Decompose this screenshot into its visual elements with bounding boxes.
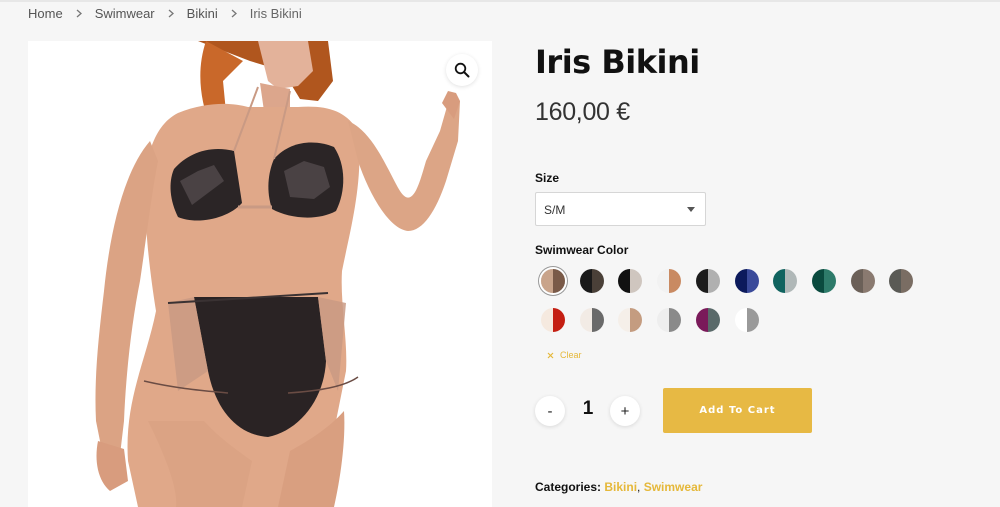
swatch-half bbox=[785, 269, 798, 293]
size-select[interactable]: S/M bbox=[535, 192, 706, 226]
swatch-half bbox=[591, 269, 604, 293]
swatch-half bbox=[541, 269, 553, 293]
swatch-half bbox=[862, 269, 875, 293]
color-swatch[interactable] bbox=[889, 269, 914, 293]
close-icon bbox=[547, 352, 554, 358]
size-selected-value: S/M bbox=[544, 203, 566, 217]
color-swatch[interactable] bbox=[734, 269, 759, 293]
quantity-input[interactable] bbox=[571, 398, 605, 420]
swatch-half bbox=[734, 269, 747, 293]
swatch-half bbox=[850, 269, 863, 293]
breadcrumb-home[interactable]: Home bbox=[28, 6, 63, 21]
product-categories: Categories: Bikini, Swimwear bbox=[535, 480, 703, 494]
category-link-swimwear[interactable]: Swimwear bbox=[644, 480, 703, 494]
product-gallery[interactable] bbox=[28, 41, 492, 507]
breadcrumb: Home Swimwear Bikini Iris Bikini bbox=[28, 6, 302, 21]
swatch-half bbox=[734, 308, 747, 332]
swatch-half bbox=[553, 308, 565, 332]
color-swatch[interactable] bbox=[579, 308, 604, 332]
color-swatch[interactable] bbox=[657, 308, 682, 332]
swatch-half bbox=[630, 269, 643, 293]
color-swatch[interactable] bbox=[541, 269, 565, 293]
color-swatch[interactable] bbox=[695, 269, 720, 293]
color-swatch[interactable] bbox=[695, 308, 720, 332]
swatch-half bbox=[707, 308, 720, 332]
search-icon bbox=[454, 62, 470, 78]
color-swatch[interactable] bbox=[618, 269, 643, 293]
swatch-half bbox=[618, 269, 631, 293]
swatch-half bbox=[579, 269, 592, 293]
color-swatch[interactable] bbox=[734, 308, 759, 332]
category-link-bikini[interactable]: Bikini bbox=[604, 480, 637, 494]
chevron-right-icon bbox=[231, 9, 237, 18]
clear-button[interactable]: Clear bbox=[547, 350, 582, 360]
product-price: 160,00 € bbox=[535, 98, 630, 126]
swatch-half bbox=[707, 269, 720, 293]
quantity-increase-button[interactable]: + bbox=[610, 396, 640, 426]
breadcrumb-current: Iris Bikini bbox=[249, 6, 302, 21]
color-swatch[interactable] bbox=[850, 269, 875, 293]
swatch-half bbox=[669, 269, 682, 293]
swatch-half bbox=[746, 308, 759, 332]
add-to-cart-button[interactable]: Add To Cart bbox=[663, 388, 812, 433]
product-image[interactable] bbox=[28, 41, 492, 507]
swatch-half bbox=[889, 269, 902, 293]
color-swatch[interactable] bbox=[811, 269, 836, 293]
swatch-half bbox=[553, 269, 565, 293]
zoom-button[interactable] bbox=[446, 54, 478, 86]
color-swatch[interactable] bbox=[579, 269, 604, 293]
caret-down-icon bbox=[687, 207, 695, 212]
swatch-half bbox=[669, 308, 682, 332]
swatch-half bbox=[695, 269, 708, 293]
swatch-half bbox=[901, 269, 914, 293]
color-swatch[interactable] bbox=[618, 308, 643, 332]
clear-label: Clear bbox=[560, 350, 582, 360]
swatch-half bbox=[823, 269, 836, 293]
quantity-decrease-button[interactable]: - bbox=[535, 396, 565, 426]
swatch-half bbox=[630, 308, 643, 332]
color-swatch[interactable] bbox=[773, 269, 798, 293]
swatch-half bbox=[657, 269, 670, 293]
color-swatch[interactable] bbox=[657, 269, 682, 293]
swatch-half bbox=[657, 308, 670, 332]
swatch-half bbox=[618, 308, 631, 332]
breadcrumb-swimwear[interactable]: Swimwear bbox=[95, 6, 155, 21]
swatch-half bbox=[773, 269, 786, 293]
size-label: Size bbox=[535, 171, 560, 185]
swatch-half bbox=[591, 308, 604, 332]
color-swatch[interactable] bbox=[541, 308, 565, 332]
swatch-half bbox=[811, 269, 824, 293]
chevron-right-icon bbox=[168, 9, 174, 18]
top-divider bbox=[0, 0, 1000, 2]
product-title: Iris Bikini bbox=[535, 43, 700, 81]
categories-label: Categories: bbox=[535, 480, 602, 494]
swatch-half bbox=[746, 269, 759, 293]
swimwear-color-label: Swimwear Color bbox=[535, 243, 629, 257]
swatch-half bbox=[695, 308, 708, 332]
chevron-right-icon bbox=[76, 9, 82, 18]
swatch-half bbox=[541, 308, 553, 332]
breadcrumb-bikini[interactable]: Bikini bbox=[187, 6, 218, 21]
swatch-half bbox=[579, 308, 592, 332]
